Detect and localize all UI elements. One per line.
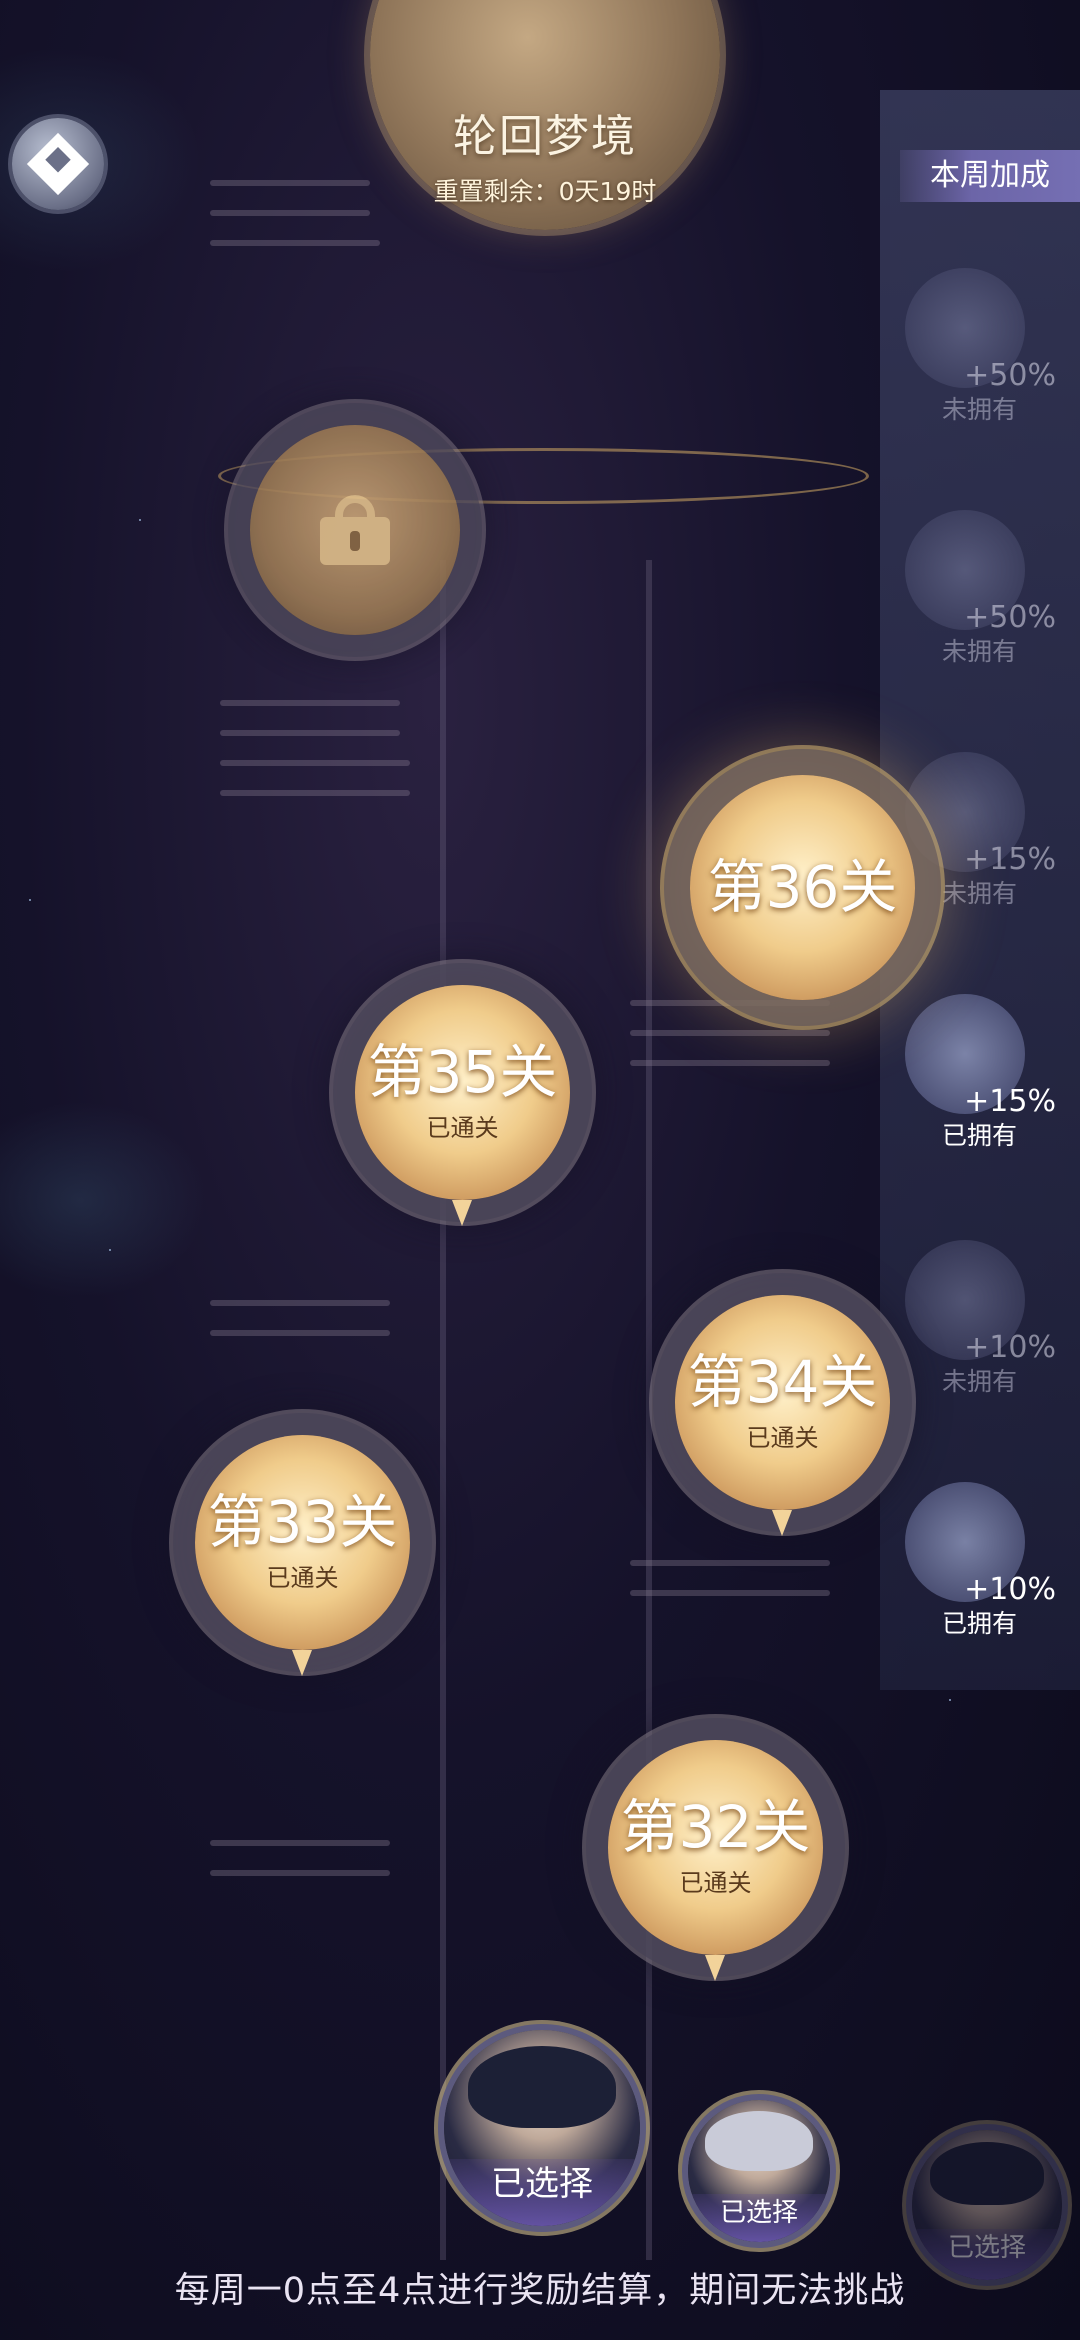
stair-step [210, 1840, 390, 1846]
orb-spike [452, 1200, 472, 1226]
level-node-35[interactable]: 第35关 已通关 [355, 985, 570, 1200]
character-avatar-third[interactable]: 已选择 [912, 2130, 1062, 2280]
stair-step [220, 760, 410, 766]
stair-step [210, 180, 370, 186]
reset-timer: 重置剩余：0天19时 [433, 177, 657, 206]
level-label: 第33关 [207, 1487, 398, 1556]
level-label: 第34关 [687, 1347, 878, 1416]
bonus-percent: +50% [964, 358, 1056, 393]
level-label: 第35关 [367, 1037, 558, 1106]
bonus-item-suit-jacket[interactable]: +50% 未拥有 [895, 268, 1080, 438]
level-status: 已通关 [746, 1424, 819, 1453]
ownership-status: 未拥有 [942, 1367, 1018, 1396]
weekly-bonus-title[interactable]: 本周加成 [900, 150, 1080, 202]
level-node-34[interactable]: 第34关 已通关 [675, 1295, 890, 1510]
ownership-status: 未拥有 [942, 637, 1018, 666]
level-status: 已通关 [426, 1114, 499, 1143]
ownership-status: 已拥有 [942, 1121, 1018, 1150]
lock-icon [310, 495, 400, 565]
level-label: 第32关 [620, 1792, 811, 1861]
level-node-33[interactable]: 第33关 已通关 [195, 1435, 410, 1650]
bonus-percent: +10% [964, 1572, 1056, 1607]
spiral-tower [210, 0, 870, 2340]
back-button[interactable] [12, 118, 104, 210]
stair-step [630, 1560, 830, 1566]
page-title: 轮回梦境 [453, 111, 637, 162]
selected-label: 已选择 [444, 2159, 640, 2226]
character-avatar-selected[interactable]: 已选择 [444, 2030, 640, 2226]
level-status: 已通关 [679, 1869, 752, 1898]
bonus-percent: +15% [964, 842, 1056, 877]
level-status: 已通关 [266, 1564, 339, 1593]
character-hair [930, 2142, 1044, 2205]
stair-step [630, 1000, 830, 1006]
bonus-item-glasses[interactable]: +15% 已拥有 [895, 994, 1080, 1164]
back-arrow-icon [26, 132, 90, 196]
stair-step [630, 1590, 830, 1596]
stair-step [210, 1870, 390, 1876]
character-avatar-secondary[interactable]: 已选择 [688, 2100, 830, 2242]
stair-step [220, 790, 410, 796]
locked-level-node[interactable] [250, 425, 460, 635]
stair-step [210, 1300, 390, 1306]
level-node-36[interactable]: 第36关 [690, 775, 915, 1000]
character-hair [705, 2111, 813, 2171]
stair-step [210, 240, 380, 246]
level-node-32[interactable]: 第32关 已通关 [608, 1740, 823, 1955]
bonus-percent: +10% [964, 1330, 1056, 1365]
stair-step [630, 1030, 830, 1036]
bonus-percent: +15% [964, 1084, 1056, 1119]
bonus-percent: +50% [964, 600, 1056, 635]
level-label: 第36关 [707, 853, 898, 922]
stair-step [210, 210, 370, 216]
stair-step [220, 730, 400, 736]
bonus-item-collar[interactable]: +50% 未拥有 [895, 510, 1080, 680]
tower-pillar [440, 560, 652, 2260]
ownership-status: 未拥有 [942, 879, 1018, 908]
ownership-status: 未拥有 [942, 395, 1018, 424]
bonus-item-tuxedo[interactable]: +15% 未拥有 [895, 752, 1080, 922]
selected-label: 已选择 [688, 2193, 830, 2242]
stair-step [210, 1330, 390, 1336]
stair-step [630, 1060, 830, 1066]
settlement-notice: 每周一0点至4点进行奖励结算，期间无法挑战 [174, 2271, 906, 2311]
orb-spike [705, 1955, 725, 1981]
bonus-item-earring[interactable]: +10% 已拥有 [895, 1482, 1080, 1652]
bonus-item-shirt[interactable]: +10% 未拥有 [895, 1240, 1080, 1410]
orb-spike [292, 1650, 312, 1676]
orb-spike [772, 1510, 792, 1536]
stair-step [220, 700, 400, 706]
character-hair [467, 2045, 617, 2128]
ownership-status: 已拥有 [942, 1609, 1018, 1638]
